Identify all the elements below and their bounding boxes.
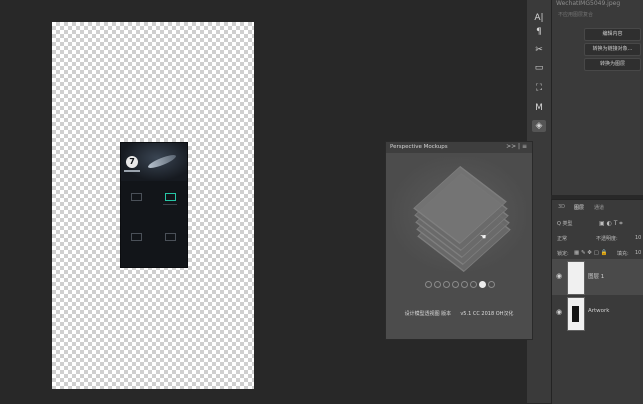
mockup-caption [124, 170, 140, 172]
layers-panel: 3D 图层 通道 Q 类型 ▣ ◐ T ⌗ 正常 不透明度: 10 锁定: ▦ … [551, 199, 643, 404]
fill-label: 填充: [617, 251, 629, 257]
paragraph-tool-icon[interactable]: ¶ [532, 26, 546, 38]
layer-thumbnail [567, 297, 585, 331]
mockup-tile [131, 193, 142, 201]
m-plugin-icon[interactable]: M [532, 102, 546, 114]
layer-thumbnail [567, 261, 585, 295]
layer-name: Artwork [588, 308, 610, 314]
character-tool-icon[interactable]: A| [532, 12, 546, 24]
mockup-logo: 7 [126, 156, 138, 168]
convert-to-linked-button[interactable]: 转换为链接对象... [584, 43, 641, 56]
pager-dot[interactable] [424, 281, 432, 288]
panel-footer: 设计模型透视图 版本 v5.1 CC 2018 OH汉化 [386, 310, 532, 317]
thumbnail-artwork-shape [572, 306, 579, 322]
phone-mockup-artwork: 7 [120, 142, 188, 268]
fill-value[interactable]: 10 [635, 250, 641, 256]
convert-to-layers-button[interactable]: 转换为图层 [584, 58, 641, 71]
panel-header[interactable]: Perspective Mockups >> | ≡ [386, 142, 532, 153]
tab-channels[interactable]: 通道 [594, 204, 604, 211]
properties-tool-icon[interactable]: ▭ [532, 62, 546, 74]
pager-dot[interactable] [478, 281, 486, 288]
layer-row-layer1[interactable]: ◉ 图层 1 [552, 259, 643, 295]
mockup-tile-label [163, 204, 177, 205]
edit-contents-button[interactable]: 编辑内容 [584, 28, 641, 41]
pager-dot[interactable] [460, 281, 468, 288]
document-filename: WechatIMG5049.jpeg [556, 0, 621, 7]
opacity-label: 不透明度: [596, 236, 618, 242]
lock-label: 锁定: [557, 251, 569, 257]
plugin-name: 设计模型透视图 版本 [404, 311, 452, 317]
mockup-preview[interactable]: ☚ [392, 157, 526, 273]
tab-layers[interactable]: 图层 [574, 204, 584, 211]
lock-icons[interactable]: ▦ ✎ ✥ ▢ 🔒 [574, 250, 607, 256]
mockup-tile [131, 233, 142, 241]
pager-dot[interactable] [487, 281, 495, 288]
pager-dot[interactable] [442, 281, 450, 288]
crop-tool-icon[interactable]: ⛶ [532, 82, 546, 94]
pager-dot[interactable] [469, 281, 477, 288]
panel-title: Perspective Mockups [390, 144, 448, 150]
layer-filter-select[interactable]: Q 类型 [557, 220, 573, 227]
layer-row-artwork[interactable]: ◉ Artwork [552, 295, 643, 331]
visibility-eye-icon[interactable]: ◉ [556, 308, 562, 316]
tool-presets-icon[interactable]: ✂ [532, 44, 546, 56]
layer-comp-label: 不应用图层复合 [558, 12, 594, 18]
plugin-version: v5.1 CC 2018 OH汉化 [460, 311, 514, 317]
cursor-icon: ☚ [480, 233, 487, 241]
pager-dot[interactable] [433, 281, 441, 288]
filter-icons[interactable]: ▣ ◐ T ⌗ [599, 220, 623, 228]
layer-name: 图层 1 [588, 274, 605, 280]
blend-mode-select[interactable]: 正常 [557, 235, 567, 242]
mockup-tile-active [165, 193, 176, 201]
perspective-mockups-panel: Perspective Mockups >> | ≡ ☚ 设计模型透视图 版本 … [385, 141, 533, 340]
visibility-eye-icon[interactable]: ◉ [556, 272, 562, 280]
opacity-value[interactable]: 10 [635, 235, 641, 241]
tab-3d[interactable]: 3D [558, 204, 565, 210]
pager-dot[interactable] [451, 281, 459, 288]
layers-tool-icon[interactable]: ◈ [532, 120, 546, 132]
properties-panel: WechatIMG5049.jpeg 不应用图层复合 编辑内容 转换为链接对象.… [551, 0, 643, 195]
panel-menu-icon[interactable]: >> | ≡ [506, 143, 527, 150]
mockup-tile [165, 233, 176, 241]
